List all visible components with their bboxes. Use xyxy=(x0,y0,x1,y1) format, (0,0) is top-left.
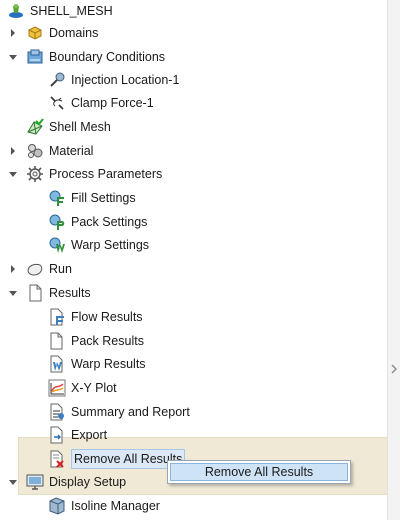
document-icon xyxy=(26,284,44,302)
tree-item-label: Pack Settings xyxy=(71,215,148,229)
context-menu-item-remove-all-results[interactable]: Remove All Results xyxy=(170,463,348,481)
tree-item-label: Warp Results xyxy=(71,357,146,371)
tree-item-label: Export xyxy=(71,428,108,442)
tree-item-isoline-manager[interactable]: Isoline Manager xyxy=(48,495,160,517)
collapse-arrow-icon[interactable] xyxy=(8,169,18,179)
collapse-arrow-icon[interactable] xyxy=(8,52,18,62)
tree-item-label: Summary and Report xyxy=(71,405,190,419)
tree-item-boundary-conditions[interactable]: Boundary Conditions xyxy=(26,46,165,68)
clamp-force-icon xyxy=(48,94,66,112)
tree-item-run[interactable]: Run xyxy=(26,258,72,280)
report-icon xyxy=(48,403,66,421)
tree-item-label: Pack Results xyxy=(71,334,144,348)
tree-item-pack-results[interactable]: Pack Results xyxy=(48,330,144,352)
display-setup-icon xyxy=(26,473,44,491)
fill-settings-icon xyxy=(48,189,66,207)
domains-icon xyxy=(26,24,44,42)
expand-arrow-icon[interactable] xyxy=(8,146,18,156)
tree-item-label: Boundary Conditions xyxy=(49,50,166,64)
tree-item-label: Run xyxy=(49,262,72,276)
vertical-scrollbar[interactable] xyxy=(387,0,400,520)
context-menu-item-label: Remove All Results xyxy=(204,465,314,479)
expand-arrow-icon[interactable] xyxy=(8,28,18,38)
tree-item-label: Isoline Manager xyxy=(71,499,160,513)
warp-results-icon xyxy=(48,355,66,373)
tree-item-remove-all-results[interactable]: Remove All Results xyxy=(48,448,186,470)
tree-item-summary-report[interactable]: Summary and Report xyxy=(48,401,190,423)
tree-item-pack-settings[interactable]: Pack Settings xyxy=(48,211,147,233)
run-icon xyxy=(26,260,44,278)
flow-results-icon xyxy=(48,308,66,326)
tree-root[interactable]: SHELL_MESH xyxy=(7,0,113,22)
collapse-arrow-icon[interactable] xyxy=(8,477,18,487)
study-icon xyxy=(7,2,25,20)
study-tree: SHELL_MESH Domains Boundary Conditions I… xyxy=(0,0,393,520)
boundary-conditions-icon xyxy=(26,48,44,66)
tree-item-clamp-force[interactable]: Clamp Force-1 xyxy=(48,92,154,114)
document-icon xyxy=(48,332,66,350)
xy-plot-icon xyxy=(48,379,66,397)
tree-root-label: SHELL_MESH xyxy=(30,4,113,18)
tree-item-label: Clamp Force-1 xyxy=(71,96,154,110)
export-icon xyxy=(48,426,66,444)
tree-item-warp-settings[interactable]: Warp Settings xyxy=(48,234,149,256)
scroll-grip-icon[interactable] xyxy=(390,362,398,376)
tree-item-xy-plot[interactable]: X-Y Plot xyxy=(48,377,117,399)
collapse-arrow-icon[interactable] xyxy=(8,288,18,298)
tree-item-results[interactable]: Results xyxy=(26,282,91,304)
isoline-manager-icon xyxy=(48,497,66,515)
pack-settings-icon xyxy=(48,213,66,231)
tree-item-label: Flow Results xyxy=(71,310,143,324)
tree-item-fill-settings[interactable]: Fill Settings xyxy=(48,187,136,209)
tree-item-label: Injection Location-1 xyxy=(71,73,180,87)
tree-item-label: Material xyxy=(49,144,94,158)
tree-item-export[interactable]: Export xyxy=(48,424,107,446)
tree-item-flow-results[interactable]: Flow Results xyxy=(48,306,143,328)
remove-results-icon xyxy=(48,450,66,468)
gear-icon xyxy=(26,165,44,183)
tree-item-label: X-Y Plot xyxy=(71,381,117,395)
tree-item-process-parameters[interactable]: Process Parameters xyxy=(26,163,162,185)
tree-item-shell-mesh[interactable]: Shell Mesh xyxy=(26,116,111,138)
warp-settings-icon xyxy=(48,236,66,254)
tree-item-label: Results xyxy=(49,286,91,300)
tree-item-label: Process Parameters xyxy=(49,167,163,181)
tree-item-label: Warp Settings xyxy=(71,238,150,252)
context-menu: Remove All Results xyxy=(167,460,351,484)
tree-item-label: Fill Settings xyxy=(71,191,136,205)
expand-arrow-icon[interactable] xyxy=(8,264,18,274)
tree-item-domains[interactable]: Domains xyxy=(26,22,98,44)
tree-item-display-setup[interactable]: Display Setup xyxy=(26,471,126,493)
tree-item-label: Domains xyxy=(49,26,99,40)
tree-item-material[interactable]: Material xyxy=(26,140,93,162)
injection-location-icon xyxy=(48,71,66,89)
tree-item-injection-location[interactable]: Injection Location-1 xyxy=(48,69,179,91)
material-icon xyxy=(26,142,44,160)
tree-item-label: Shell Mesh xyxy=(49,120,111,134)
tree-item-warp-results[interactable]: Warp Results xyxy=(48,353,146,375)
tree-item-label: Display Setup xyxy=(49,475,127,489)
mesh-icon xyxy=(26,118,44,136)
